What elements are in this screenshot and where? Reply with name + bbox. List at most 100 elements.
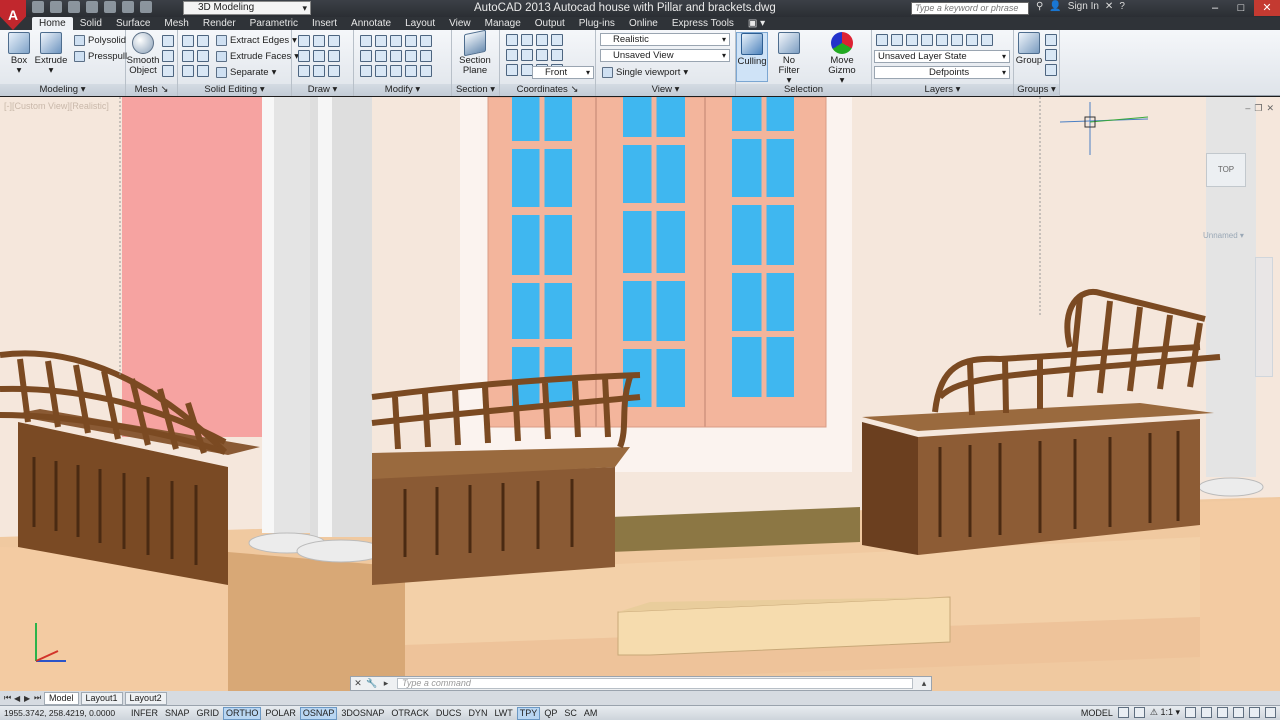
ellipse-icon[interactable] [328, 65, 340, 77]
smooth-object-button[interactable]: Smooth Object [126, 32, 160, 76]
subtract-icon[interactable] [197, 35, 209, 47]
slice-icon[interactable] [182, 65, 194, 77]
move-gizmo-button[interactable]: Move Gizmo ▾ [818, 32, 866, 86]
mesh-tool-icon[interactable] [162, 35, 174, 47]
first-tab-icon[interactable]: ⏮ [4, 693, 12, 703]
presspull-button[interactable]: Presspull [74, 51, 127, 62]
ribbon-toggle-icon[interactable]: ▣ ▾ [741, 17, 772, 30]
next-tab-icon[interactable]: ▶ [24, 694, 32, 703]
draw-panel-title[interactable]: Draw ▾ [292, 84, 353, 96]
modify-panel-title[interactable]: Modify ▾ [354, 84, 451, 96]
status-toggle-osnap[interactable]: OSNAP [299, 706, 338, 720]
tab-parametric[interactable]: Parametric [243, 17, 305, 30]
tab-layout1[interactable]: Layout1 [80, 691, 123, 705]
mesh-panel-title[interactable]: Mesh ↘ [126, 84, 177, 96]
align-icon[interactable] [420, 50, 432, 62]
command-expand-icon[interactable]: ▴ [917, 678, 931, 689]
help-icon[interactable]: ? [1119, 1, 1125, 12]
status-toggle-tpy[interactable]: TPY [516, 706, 541, 720]
coordinates-panel-title[interactable]: Coordinates ↘ [500, 84, 595, 96]
union-icon[interactable] [182, 35, 194, 47]
arc-icon[interactable] [328, 35, 340, 47]
workspace-switch-icon[interactable] [1201, 707, 1212, 718]
polyline-icon[interactable] [313, 35, 325, 47]
maximize-button[interactable]: □ [1228, 0, 1254, 16]
ucs-menu[interactable]: Unnamed ▾ [1203, 231, 1244, 240]
selection-panel-title[interactable]: Selection [736, 84, 871, 96]
group-edit-icon[interactable] [1045, 49, 1057, 61]
ucs-icon[interactable] [506, 34, 518, 46]
circle-icon[interactable] [328, 50, 340, 62]
interfere-icon[interactable] [197, 50, 209, 62]
layer-lock-icon[interactable] [951, 34, 963, 46]
tab-solid[interactable]: Solid [73, 17, 109, 30]
tab-manage[interactable]: Manage [478, 17, 528, 30]
offset-icon[interactable] [360, 50, 372, 62]
mirror-icon[interactable] [360, 35, 372, 47]
status-toggle-3dosnap[interactable]: 3DOSNAP [338, 707, 387, 720]
front-view-dropdown[interactable]: Front [532, 66, 594, 79]
intersect-icon[interactable] [182, 50, 194, 62]
annotation-scale-dropdown[interactable]: ⚠ 1:1 ▾ [1150, 707, 1180, 718]
annotation-visibility-icon[interactable] [1185, 707, 1196, 718]
redo-icon[interactable] [140, 1, 152, 13]
rectangle-icon[interactable] [313, 65, 325, 77]
explode-icon[interactable] [390, 65, 402, 77]
saved-view-dropdown[interactable]: Unsaved View [600, 49, 730, 62]
new-icon[interactable] [32, 1, 44, 13]
viewport-controls-label[interactable]: [-][Custom View][Realistic] [4, 101, 109, 111]
line-icon[interactable] [298, 35, 310, 47]
layer-properties-icon[interactable] [876, 34, 888, 46]
last-tab-icon[interactable]: ⏭ [34, 693, 42, 703]
quick-view-drawings-icon[interactable] [1133, 707, 1145, 718]
status-toggle-otrack[interactable]: OTRACK [388, 707, 432, 720]
exchange-icon[interactable]: ✕ [1105, 1, 1113, 12]
ucs-object-icon[interactable] [506, 64, 518, 76]
model-space-toggle[interactable]: MODEL [1081, 708, 1113, 718]
ucs-view-icon[interactable] [551, 49, 563, 61]
tab-home[interactable]: Home [32, 17, 73, 30]
tab-mesh[interactable]: Mesh [157, 17, 195, 30]
modeling-panel-title[interactable]: Modeling ▾ [0, 84, 125, 96]
status-toggle-sc[interactable]: SC [561, 707, 580, 720]
tab-model[interactable]: Model [44, 691, 79, 705]
status-toggle-ducs[interactable]: DUCS [433, 707, 465, 720]
groups-panel-title[interactable]: Groups ▾ [1014, 84, 1059, 96]
scale-icon[interactable] [390, 50, 402, 62]
status-toggle-grid[interactable]: GRID [194, 707, 223, 720]
ucs-zaxis-icon[interactable] [551, 34, 563, 46]
extrude-faces-button[interactable]: Extrude Faces ▾ [216, 51, 299, 62]
section-plane-button[interactable]: Section Plane [458, 29, 492, 76]
mesh-tool-icon[interactable] [162, 50, 174, 62]
extrude-button[interactable]: Extrude ▾ [34, 32, 68, 76]
status-toggle-dyn[interactable]: DYN [465, 707, 490, 720]
ungroup-icon[interactable] [1045, 34, 1057, 46]
erase-icon[interactable] [360, 65, 372, 77]
extract-edges-button[interactable]: Extract Edges ▾ [216, 35, 297, 46]
rotate-icon[interactable] [390, 35, 402, 47]
layer-state-dropdown[interactable]: Unsaved Layer State [874, 50, 1010, 63]
sign-in-link[interactable]: Sign In [1068, 1, 1099, 12]
binoculars-icon[interactable]: ⚲ [1036, 1, 1043, 12]
separate-button[interactable]: Separate ▾ [216, 67, 276, 78]
ucs-origin-icon[interactable] [536, 34, 548, 46]
ucs-y-icon[interactable] [521, 49, 533, 61]
ucs-world-icon[interactable] [521, 34, 533, 46]
viewport-restore-icon[interactable]: ❐ [1254, 103, 1262, 114]
drawing-viewport[interactable]: [-][Custom View][Realistic] – ❐ ✕ TOP Un… [0, 97, 1280, 691]
layer-isolate-icon[interactable] [891, 34, 903, 46]
no-filter-button[interactable]: No Filter ▾ [772, 32, 806, 86]
save-icon[interactable] [68, 1, 80, 13]
tab-render[interactable]: Render [196, 17, 243, 30]
thicken-icon[interactable] [197, 65, 209, 77]
workspace-dropdown[interactable]: 3D Modeling [183, 1, 311, 15]
break-icon[interactable] [420, 65, 432, 77]
minimize-button[interactable]: – [1202, 0, 1228, 16]
viewcube[interactable]: TOP [1206, 153, 1246, 187]
layer-match-icon[interactable] [966, 34, 978, 46]
array-icon[interactable] [405, 35, 417, 47]
viewport-config-button[interactable]: Single viewport ▾ [602, 67, 688, 78]
layer-previous-icon[interactable] [981, 34, 993, 46]
visual-style-dropdown[interactable]: Realistic [600, 33, 730, 46]
save-as-icon[interactable] [86, 1, 98, 13]
